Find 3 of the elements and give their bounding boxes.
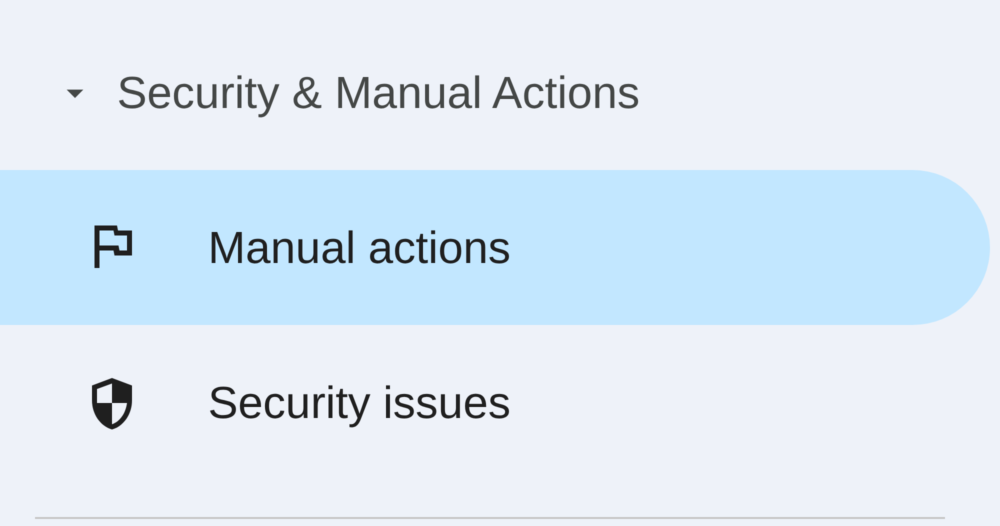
section-title[interactable]: Security & Manual Actions (117, 59, 640, 127)
nav-item[interactable]: Security issues (0, 325, 990, 480)
nav-item[interactable]: Manual actions (0, 170, 990, 325)
